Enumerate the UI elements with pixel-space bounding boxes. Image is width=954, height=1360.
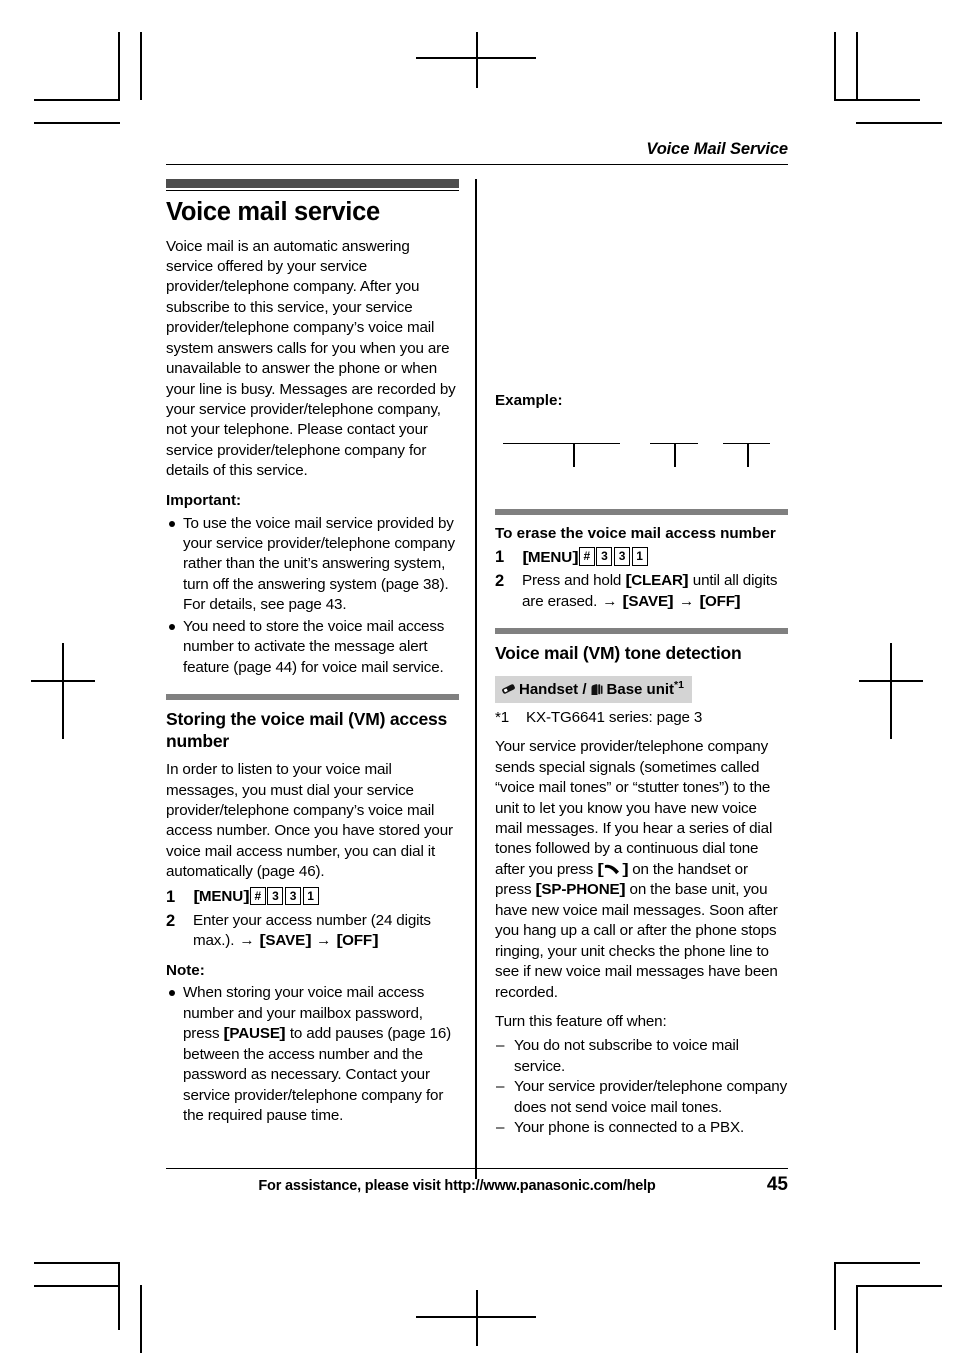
arrow-icon: → <box>316 932 332 950</box>
column-divider <box>475 179 477 1179</box>
step-text: Enter your access number (24 digits max.… <box>193 911 431 950</box>
list-item: Your service provider/telephone company … <box>495 1077 788 1118</box>
list-item: When storing your voice mail access numb… <box>166 983 459 1126</box>
running-head: Voice Mail Service <box>646 140 788 158</box>
footnote-mark: *1 <box>495 709 510 727</box>
footnote-text: KX-TG6641 series: page 3 <box>526 709 703 727</box>
list-item: You need to store the voice mail access … <box>166 617 459 678</box>
talk-key: [] <box>597 860 629 878</box>
boxed-key: 1 <box>631 547 648 566</box>
clear-key: [CLEAR] <box>625 572 689 590</box>
page-content: Voice Mail Service Voice mail service Vo… <box>166 140 788 1210</box>
tone-text-part1: Your service provider/telephone company … <box>495 738 773 878</box>
page-footer: For assistance, please visit http://www.… <box>166 1174 788 1196</box>
running-head-rule <box>166 164 788 165</box>
chapter-title-bar <box>166 179 460 188</box>
note-list: When storing your voice mail access numb… <box>166 983 459 1126</box>
boxed-key: 3 <box>596 547 613 566</box>
boxed-key: 1 <box>302 886 319 906</box>
erase-steps-list: [MENU] #3 3 1 Press and hold [CLEAR] until … <box>495 546 788 612</box>
boxed-key: # <box>578 547 595 566</box>
footer-rule <box>166 1168 788 1169</box>
off-key: [OFF] <box>336 932 379 950</box>
important-label: Important: <box>166 491 242 509</box>
section-divider-bar <box>166 694 460 701</box>
section-divider-bar <box>495 628 789 635</box>
footnote-device: *1 KX-TG6641 series: page 3 <box>495 708 788 728</box>
arrow-icon: → <box>239 932 255 950</box>
off-key: [OFF] <box>698 592 741 610</box>
left-column: Voice mail service Voice mail is an auto… <box>166 179 473 1179</box>
menu-key: [MENU] <box>521 548 579 566</box>
turn-off-label: Turn this feature off when: <box>495 1012 667 1030</box>
important-list: To use the voice mail service provided b… <box>166 514 459 679</box>
page-number: 45 <box>766 1174 788 1195</box>
badge-baseunit-label: Base unit <box>606 681 675 699</box>
note-label: Note: <box>166 961 205 979</box>
badge-footnote-ref: *1 <box>674 679 684 692</box>
storing-intro-paragraph: In order to listen to your voice mail me… <box>166 761 453 881</box>
boxed-key: # <box>249 886 266 906</box>
device-applicability-badge: Handset / Base unit*1 <box>495 676 692 704</box>
footer-assistance-text: For assistance, please visit http://www.… <box>258 1178 656 1194</box>
list-item: Press and hold [CLEAR] until all digits … <box>495 570 788 612</box>
section-title-tone-detection: Voice mail (VM) tone detection <box>495 643 742 664</box>
list-item: [MENU] #3 3 1 <box>166 886 459 908</box>
list-item: Your phone is connected to a PBX. <box>495 1118 788 1139</box>
sp-phone-key: [SP-PHONE] <box>535 881 626 899</box>
two-column-body: Voice mail service Voice mail is an auto… <box>166 179 789 1179</box>
section-title-storing: Storing the voice mail (VM) access numbe… <box>166 709 448 752</box>
list-item: You do not subscribe to voice mail servi… <box>495 1036 788 1077</box>
chapter-intro-paragraph: Voice mail is an automatic answering ser… <box>166 237 456 480</box>
talk-key-icon <box>603 862 622 875</box>
handset-icon <box>501 682 516 694</box>
menu-key: [MENU] <box>192 888 250 906</box>
list-item: Enter your access number (24 digits max.… <box>166 910 459 952</box>
save-key: [SAVE] <box>622 592 674 610</box>
list-item: To use the voice mail service provided b… <box>166 514 459 616</box>
badge-separator: / <box>582 681 587 699</box>
page-title: Voice mail service <box>166 198 380 226</box>
save-key: [SAVE] <box>259 932 312 950</box>
list-item: [MENU] #3 3 1 <box>495 546 788 568</box>
tone-detection-paragraph: Your service provider/telephone company … <box>495 737 788 1003</box>
boxed-key: 3 <box>267 886 284 906</box>
arrow-icon: → <box>602 592 618 610</box>
base-unit-icon <box>589 683 604 696</box>
turn-off-list: You do not subscribe to voice mail servi… <box>495 1036 788 1139</box>
note-continuation-spacer <box>495 179 788 391</box>
pause-key: [PAUSE] <box>223 1025 286 1043</box>
badge-handset-label: Handset <box>519 681 579 699</box>
section-divider-bar <box>495 508 789 515</box>
step-text: Press and hold <box>522 572 626 590</box>
boxed-key: 3 <box>613 547 630 566</box>
arrow-icon: → <box>678 592 694 610</box>
boxed-key: 3 <box>284 886 301 906</box>
subsection-title-erase: To erase the voice mail access number <box>495 524 776 542</box>
example-label: Example: <box>495 392 563 409</box>
storing-steps-list: [MENU] #3 3 1 Enter your access number (24 … <box>166 886 459 952</box>
chapter-title-rule <box>166 190 460 191</box>
example-illustration <box>495 421 788 495</box>
right-column: Example: To erase the voice mail access … <box>479 179 789 1179</box>
